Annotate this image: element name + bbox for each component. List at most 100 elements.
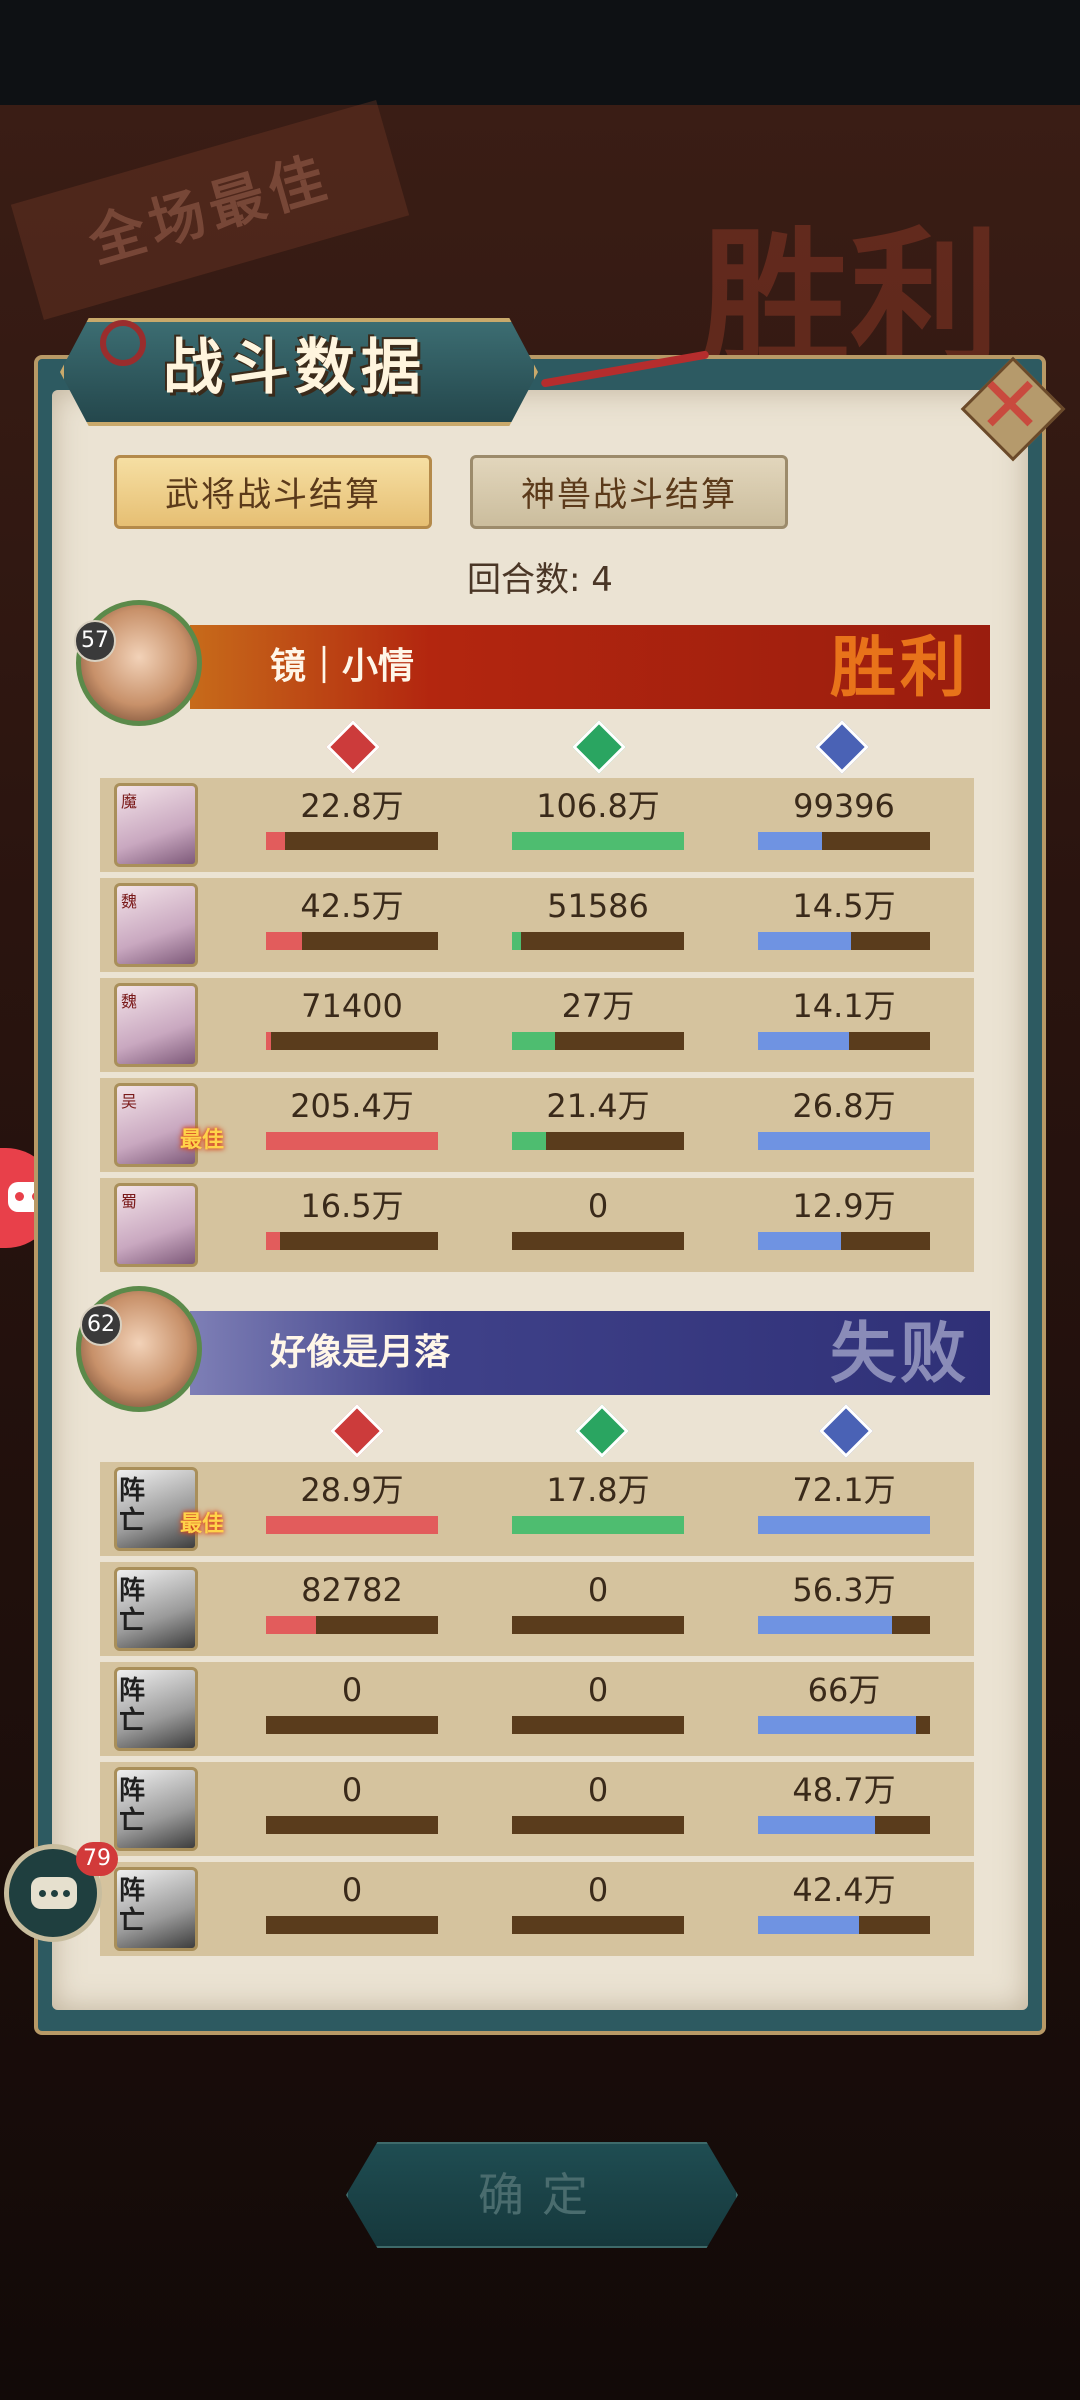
close-button[interactable]: ✕ [960,356,1066,462]
chat-bubble-icon [31,1877,77,1909]
defense-bar-fill [758,1032,850,1050]
heal-value: 0 [587,1771,609,1809]
heal-bar [512,1032,684,1050]
defense-bar [758,1032,930,1050]
damage-bar [266,1516,438,1534]
defense-cell: 72.1万 [758,1468,930,1534]
defense-value: 42.4万 [792,1871,896,1909]
defense-bar [758,1232,930,1250]
player-name: 好像是月落 [270,1332,451,1373]
result-label: 失败 [830,1314,970,1392]
damage-bar [266,832,438,850]
heal-value: 0 [587,1187,609,1225]
team-banner-loser: 好像是月落 失败 [190,1311,990,1395]
heal-bar-fill [512,1516,684,1534]
general-portrait[interactable]: 魏 [114,883,198,967]
heal-bar [512,1132,684,1150]
general-portrait[interactable]: 阵亡 [114,1767,198,1851]
defense-cell: 26.8万 [758,1084,930,1150]
heal-cell: 0 [512,1184,684,1250]
heal-value: 17.8万 [546,1471,650,1509]
general-portrait[interactable]: 蜀 [114,1183,198,1267]
defense-value: 14.5万 [792,887,896,925]
damage-bar-fill [266,932,303,950]
damage-bar [266,1132,438,1150]
stat-row: 阵亡 0 0 42.4万 [100,1862,974,1956]
damage-bar [266,1716,438,1734]
general-portrait[interactable]: 魏 [114,983,198,1067]
faction-tag: 魏 [121,892,138,911]
heal-bar [512,932,684,950]
damage-bar-fill [266,1032,272,1050]
defense-bar-fill [758,1916,860,1934]
defense-cell: 48.7万 [758,1768,930,1834]
defense-value: 14.1万 [792,987,896,1025]
defense-bar-fill [758,1232,841,1250]
player-avatar[interactable] [76,600,202,726]
heal-cell: 0 [512,1568,684,1634]
level-badge: 57 [74,620,116,662]
fallen-label: 阵亡 [119,1476,146,1536]
damage-bar-fill [266,832,285,850]
faction-tag: 魔 [121,792,138,811]
heal-bar [512,1916,684,1934]
mvp-badge: 最佳 [180,1128,225,1153]
faction-tag: 蜀 [121,1192,138,1211]
general-portrait[interactable]: 阵亡 [114,1667,198,1751]
confirm-button[interactable]: 确定 [346,2142,738,2248]
damage-bar [266,1816,438,1834]
heal-bar [512,1516,684,1534]
stat-row: 阵亡 0 0 66万 [100,1662,974,1756]
heal-bar [512,1716,684,1734]
stat-row: 魔 22.8万 106.8万 99396 [100,778,974,872]
close-icon: ✕ [977,361,1043,451]
stat-row: 阵亡 82782 0 56.3万 [100,1562,974,1656]
defense-bar-fill [758,1132,930,1150]
defense-value: 26.8万 [792,1087,896,1125]
defense-bar [758,1616,930,1634]
defense-cell: 99396 [758,784,930,850]
damage-cell: 16.5万 [266,1184,438,1250]
defense-bar [758,832,930,850]
heal-cell: 0 [512,1768,684,1834]
damage-cell: 0 [266,1668,438,1734]
stat-row: 蜀 16.5万 0 12.9万 [100,1178,974,1272]
tab-general-results[interactable]: 武将战斗结算 [114,455,432,529]
knot-decoration [100,320,146,366]
heal-value: 0 [587,1871,609,1909]
defense-bar [758,1132,930,1150]
fallen-label: 阵亡 [119,1576,146,1636]
heal-value: 0 [587,1671,609,1709]
general-portrait[interactable]: 阵亡 [114,1567,198,1651]
stat-row: 魏 42.5万 51586 14.5万 [100,878,974,972]
tab-beast-results[interactable]: 神兽战斗结算 [470,455,788,529]
damage-value: 28.9万 [300,1471,404,1509]
defense-bar [758,1816,930,1834]
damage-value: 16.5万 [300,1187,404,1225]
team-banner-winner: 镜｜小情 胜利 [190,625,990,709]
unread-badge: 79 [76,1842,118,1876]
heal-bar-fill [512,932,521,950]
damage-value: 71400 [301,987,403,1025]
stat-row: 阵亡 最佳 28.9万 17.8万 72.1万 [100,1462,974,1556]
heal-cell: 106.8万 [512,784,684,850]
defense-bar-fill [758,932,851,950]
defense-cell: 14.1万 [758,984,930,1050]
defense-cell: 42.4万 [758,1868,930,1934]
heal-value: 51586 [547,887,649,925]
damage-value: 82782 [301,1571,403,1609]
damage-value: 205.4万 [290,1087,414,1125]
general-portrait[interactable]: 阵亡 [114,1867,198,1951]
damage-cell: 82782 [266,1568,438,1634]
general-portrait[interactable]: 魔 [114,783,198,867]
damage-cell: 22.8万 [266,784,438,850]
round-count: 回合数: 4 [467,560,613,600]
heal-bar [512,1816,684,1834]
damage-value: 0 [341,1871,363,1909]
heal-bar-fill [512,832,684,850]
damage-bar-fill [266,1132,438,1150]
heal-cell: 21.4万 [512,1084,684,1150]
defense-bar-fill [758,832,822,850]
defense-bar [758,1516,930,1534]
defense-value: 48.7万 [792,1771,896,1809]
